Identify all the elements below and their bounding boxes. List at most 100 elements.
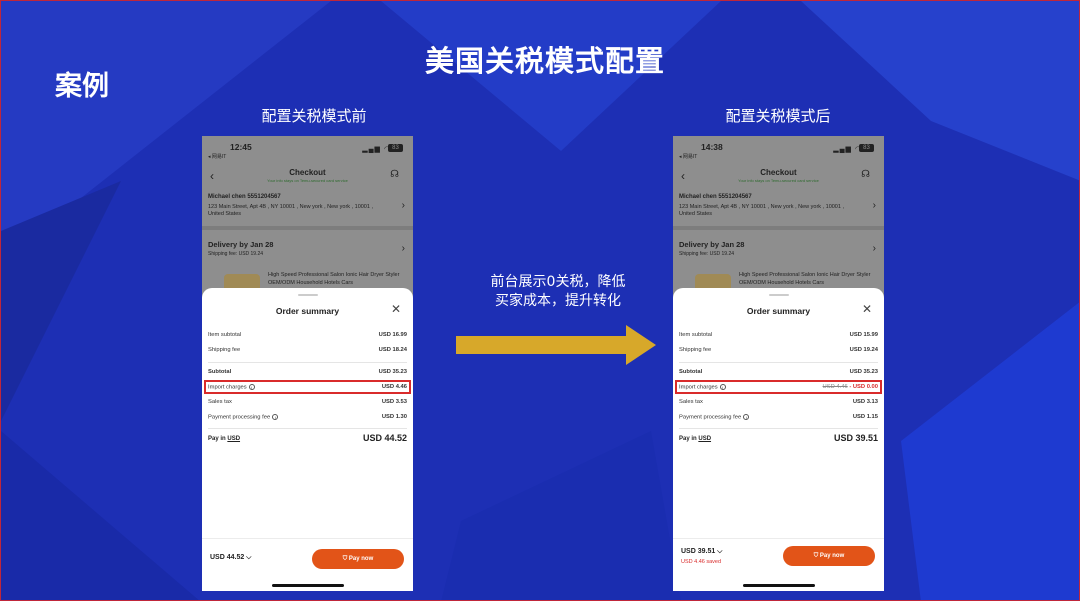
right-arrow-icon [456, 325, 656, 365]
back-to-app-link[interactable]: ◂ 网易IT [679, 153, 697, 160]
row-subtotal: Subtotal USD 35.23 [679, 367, 878, 379]
payment-fee-label: Payment processing fee [208, 414, 271, 421]
order-summary-sheet: Order summary ✕ Item subtotal USD 15.99 … [673, 288, 884, 591]
order-summary-sheet: Order summary ✕ Item subtotal USD 16.99 … [202, 288, 413, 591]
row-payment-fee: Payment processing fee i USD 1.15 [679, 412, 878, 424]
home-indicator [743, 584, 815, 587]
after-caption: 配置关税模式后 [725, 107, 831, 125]
headset-icon[interactable]: ☊ [390, 169, 399, 180]
slide: 美国关税模式配置 案例 配置关税模式前 配置关税模式后 前台展示0关税，降低 买… [0, 0, 1080, 601]
divider [208, 428, 407, 429]
row-value: USD 35.23 [849, 369, 878, 375]
row-shipping-fee: Shipping fee USD 19.24 [679, 345, 878, 357]
product-name: High Speed Professional Salon Ionic Hair… [268, 272, 400, 286]
pay-total: USD 39.51 [833, 433, 878, 443]
highlight-box [675, 380, 882, 394]
address-line: 123 Main Street, Apt 4B , NY 10001 , New… [679, 204, 844, 217]
divider [679, 428, 878, 429]
divider [679, 362, 878, 363]
pay-in-label: Pay in USD [208, 436, 240, 442]
checkout-title: Checkout [760, 168, 797, 177]
close-icon[interactable]: ✕ [862, 302, 872, 316]
chevron-right-icon[interactable]: › [873, 200, 876, 211]
saved-amount: USD 4.46 saved [681, 559, 722, 565]
row-item-subtotal: Item subtotal USD 16.99 [208, 330, 407, 342]
row-sales-tax: Sales tax USD 3.53 [208, 397, 407, 409]
highlight-box [204, 380, 411, 394]
row-label: Subtotal [208, 369, 232, 375]
status-bar: 14:38 ◂ 网易IT ▂▄▆ ◠ 83 [673, 136, 884, 160]
row-value: USD 3.13 [852, 399, 878, 405]
close-icon[interactable]: ✕ [391, 302, 401, 316]
before-caption: 配置关税模式前 [261, 107, 367, 125]
arrow-caption-line2: 买家成本，提升转化 [495, 293, 621, 309]
delivery-date: Delivery by Jan 28 [679, 240, 745, 249]
row-value: USD 3.53 [381, 399, 407, 405]
row-label: Subtotal [679, 369, 703, 375]
address-name: Michael chen 5551204567 [208, 194, 281, 200]
pay-now-label: Pay now [348, 556, 374, 562]
row-label: Item subtotal [208, 332, 242, 338]
pay-in-text: Pay in [208, 436, 226, 442]
row-shipping-fee: Shipping fee USD 18.24 [208, 345, 407, 357]
row-value: USD 15.99 [849, 332, 878, 338]
row-subtotal: Subtotal USD 35.23 [208, 367, 407, 379]
bottom-total-dropdown[interactable]: USD 39.51 ⌵ [681, 548, 723, 556]
checkout-page-dimmed: 12:45 ◂ 网易IT ▂▄▆ ◠ 83 ‹ Checkout Your in… [202, 136, 413, 296]
case-label: 案例 [55, 71, 109, 102]
checkout-subtitle: Your info stays on Temu-secured card ser… [738, 178, 819, 183]
row-label: Sales tax [208, 399, 232, 405]
phone-before: 12:45 ◂ 网易IT ▂▄▆ ◠ 83 ‹ Checkout Your in… [202, 136, 413, 591]
sheet-handle[interactable] [769, 294, 789, 296]
row-label: Item subtotal [679, 332, 713, 338]
slide-title: 美国关税模式配置 [424, 44, 665, 78]
sheet-title: Order summary [275, 306, 340, 316]
chevron-right-icon[interactable]: › [402, 200, 405, 211]
arrow-caption: 前台展示0关税，降低 买家成本，提升转化 [463, 273, 653, 311]
product-name: High Speed Professional Salon Ionic Hair… [739, 272, 871, 286]
shipping-fee-note: Shipping fee: USD 19.24 [208, 251, 264, 257]
currency-link[interactable]: USD [227, 436, 240, 442]
bottom-bar: USD 44.52 ⌵ ⛉ Pay now [202, 538, 413, 591]
address-line: 123 Main Street, Apt 4B , NY 10001 , New… [208, 204, 373, 217]
bottom-total-dropdown[interactable]: USD 44.52 ⌵ [210, 554, 252, 562]
row-label: Shipping fee [208, 347, 241, 353]
arrow-caption-line1: 前台展示0关税，降低 [490, 274, 626, 290]
signal-wifi-icon: ▂▄▆ ◠ [362, 146, 391, 153]
checkout-title: Checkout [289, 168, 326, 177]
row-label: Sales tax [679, 399, 703, 405]
bottom-bar: USD 39.51 ⌵ USD 4.46 saved ⛉ Pay now [673, 538, 884, 591]
row-value: USD 35.23 [378, 369, 407, 375]
pay-now-label: Pay now [819, 553, 845, 559]
status-time: 12:45 [230, 142, 252, 152]
sheet-title: Order summary [746, 306, 811, 316]
pay-now-button[interactable]: ⛉ Pay now [783, 546, 875, 566]
shipping-fee-note: Shipping fee: USD 19.24 [679, 251, 735, 257]
info-icon[interactable]: i [743, 414, 750, 420]
battery-icon: 83 [388, 144, 403, 152]
row-sales-tax: Sales tax USD 3.13 [679, 397, 878, 409]
row-payment-fee: Payment processing fee i USD 1.30 [208, 412, 407, 424]
sheet-handle[interactable] [298, 294, 318, 296]
chevron-right-icon[interactable]: › [402, 243, 405, 254]
divider [673, 226, 884, 230]
status-time: 14:38 [701, 142, 723, 152]
back-to-app-link[interactable]: ◂ 网易IT [208, 153, 226, 160]
row-value: USD 1.30 [381, 414, 407, 420]
info-icon[interactable]: i [272, 414, 279, 420]
battery-icon: 83 [859, 144, 874, 152]
row-label: Shipping fee [679, 347, 712, 353]
row-label: Payment processing fee i [208, 414, 279, 421]
checkout-subtitle: Your info stays on Temu-secured card ser… [267, 178, 348, 183]
row-value: USD 16.99 [378, 332, 407, 338]
headset-icon[interactable]: ☊ [861, 169, 870, 180]
pay-in-text: Pay in [679, 436, 697, 442]
pay-now-button[interactable]: ⛉ Pay now [312, 549, 404, 569]
signal-wifi-icon: ▂▄▆ ◠ [833, 146, 862, 153]
chevron-right-icon[interactable]: › [873, 243, 876, 254]
checkout-page-dimmed: 14:38 ◂ 网易IT ▂▄▆ ◠ 83 ‹ Checkout Your in… [673, 136, 884, 296]
payment-fee-label: Payment processing fee [679, 414, 742, 421]
currency-link[interactable]: USD [698, 436, 711, 442]
pay-total: USD 44.52 [362, 433, 407, 443]
row-value: USD 18.24 [378, 347, 407, 353]
